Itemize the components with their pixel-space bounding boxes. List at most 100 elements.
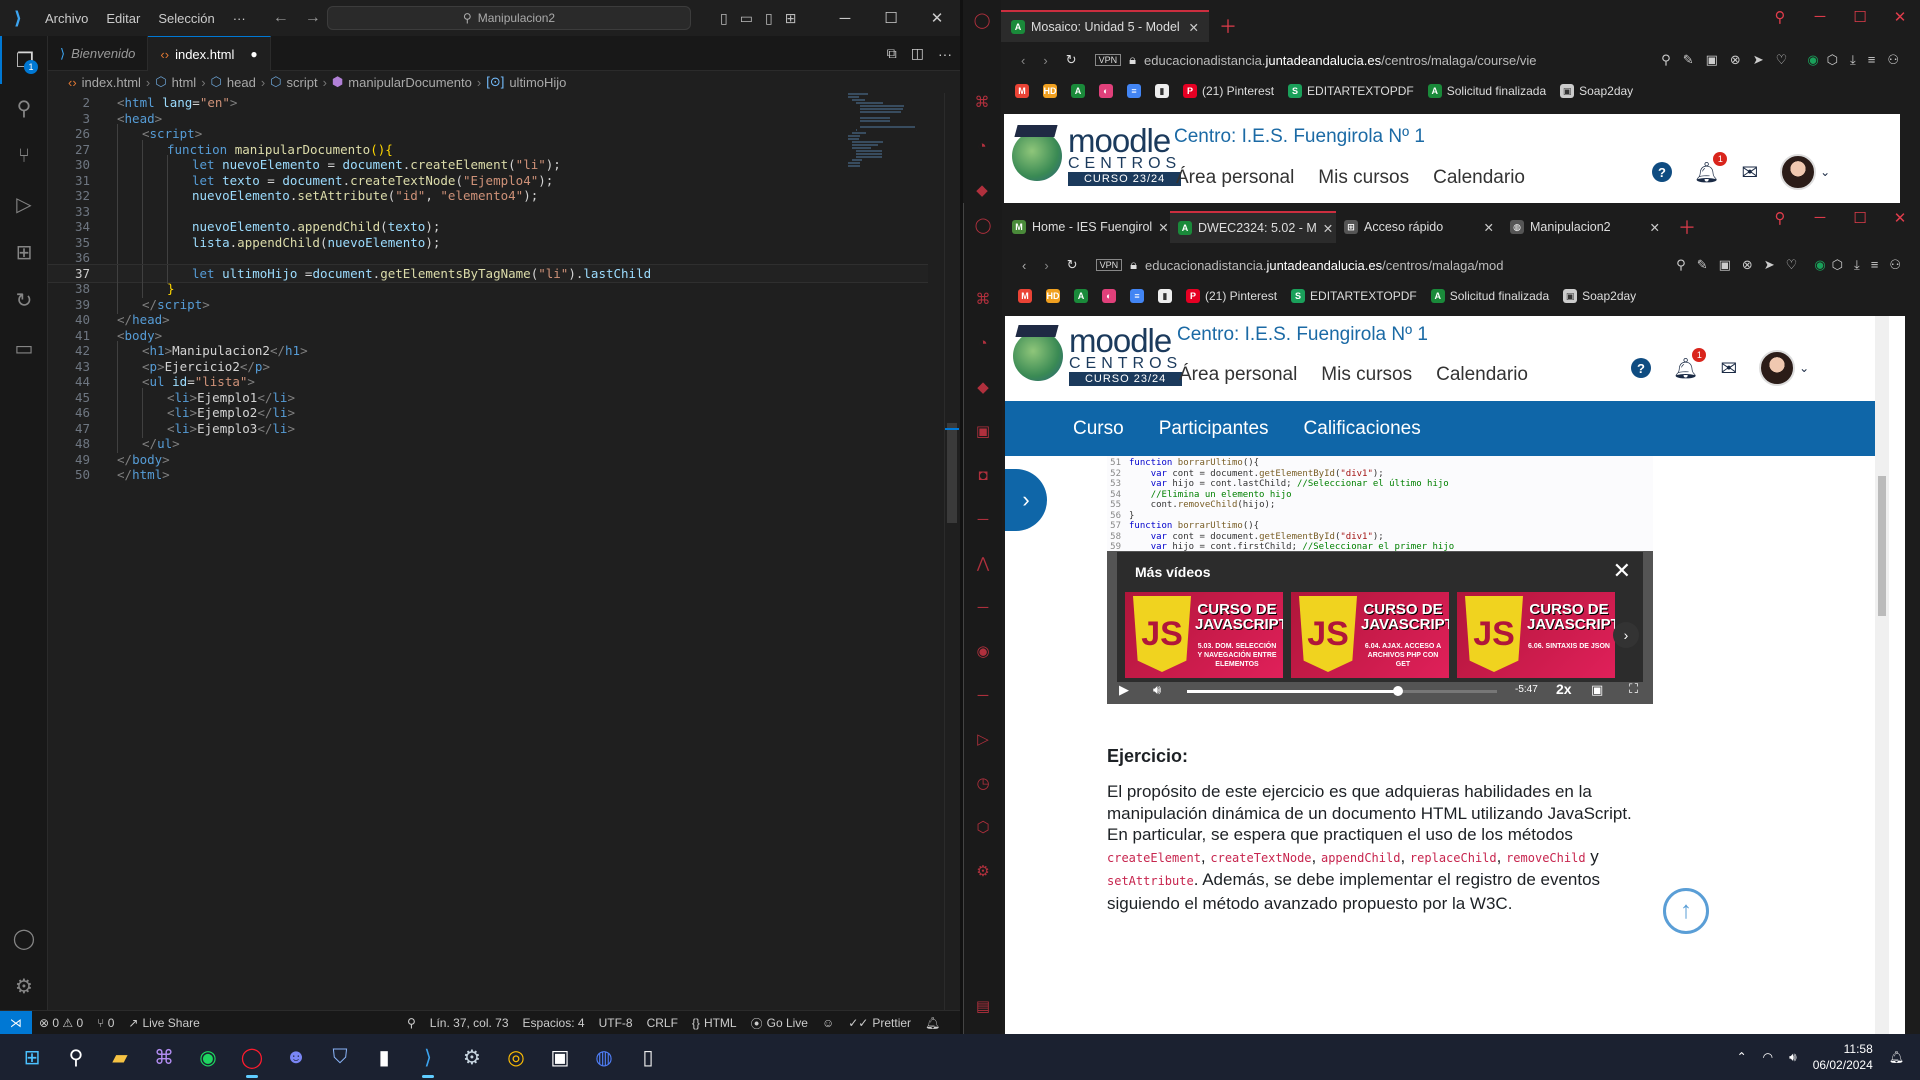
browser-tab[interactable]: A DWEC2324: 5.02 - M ✕ bbox=[1170, 211, 1336, 243]
user-menu[interactable]: ⌄ bbox=[1759, 350, 1809, 386]
discord-icon[interactable]: ☻ bbox=[274, 1034, 318, 1080]
bookmark-item[interactable]: ◐ bbox=[1102, 289, 1116, 303]
bookmark-item[interactable]: M bbox=[1015, 84, 1029, 98]
chevron-up-icon[interactable]: ⌃ bbox=[1737, 1050, 1747, 1064]
toolbar-icons[interactable]: ⬡⤓≡⚇ bbox=[1827, 52, 1911, 68]
course-nav-curso[interactable]: Curso bbox=[1073, 418, 1124, 440]
moodle-logo[interactable]: moodle CENTROS CURSO 23/24 bbox=[1013, 324, 1183, 386]
bookmark-item[interactable]: ◐ bbox=[1099, 84, 1113, 98]
pip-icon[interactable]: ▣ bbox=[1591, 682, 1603, 698]
bookmark-item[interactable]: A bbox=[1074, 289, 1088, 303]
address-bar-tools-icon[interactable]: ⚲✎▣⊗➤♡ bbox=[1661, 52, 1799, 68]
address-bar-tools-icon[interactable]: ⚲✎▣⊗➤♡ bbox=[1676, 257, 1808, 273]
maximize-icon[interactable]: ☐ bbox=[1840, 209, 1880, 227]
address-bar-back[interactable]: ‹ › ↻ VPN 🔒︎ educacionadistancia. juntade… bbox=[1021, 46, 1911, 74]
minimize-icon[interactable]: ─ bbox=[1800, 209, 1840, 227]
vpn-badge[interactable]: VPN bbox=[1095, 259, 1123, 271]
player-icon[interactable]: ▷ bbox=[964, 717, 1002, 761]
course-nav-participantes[interactable]: Participantes bbox=[1159, 418, 1269, 440]
nav-area-personal[interactable]: Área personal bbox=[1179, 364, 1297, 386]
code-editor[interactable]: 2 <html lang="en"> 3 <head> 26 <script> 27 func… bbox=[48, 93, 948, 1010]
browser-tab[interactable]: M Home - IES Fuengirol ✕ bbox=[1004, 211, 1170, 243]
wifi-icon[interactable]: ◠ bbox=[1763, 1050, 1773, 1064]
extensions-cube-icon[interactable]: ⬡ bbox=[964, 805, 1002, 849]
breadcrumb-item[interactable]: ultimoHijo bbox=[509, 75, 566, 90]
remote-indicator-icon[interactable]: ⋊ bbox=[0, 1011, 32, 1034]
toggle-panel-icon[interactable]: ▭ bbox=[740, 10, 753, 27]
minimize-icon[interactable]: ─ bbox=[822, 10, 868, 27]
forward-arrow-icon[interactable]: → bbox=[297, 9, 329, 27]
search-view-icon[interactable]: ⚲ bbox=[0, 84, 48, 132]
prettier-status[interactable]: ✓✓ Prettier bbox=[841, 1016, 918, 1030]
bookmark-item[interactable]: P (21) Pinterest bbox=[1186, 289, 1277, 303]
tab-bienvenido[interactable]: ⟩ Bienvenido bbox=[48, 36, 149, 71]
nav-mis-cursos[interactable]: Mis cursos bbox=[1321, 364, 1412, 386]
end-of-line[interactable]: CRLF bbox=[640, 1016, 685, 1030]
code-line[interactable]: 50 </html> bbox=[48, 465, 928, 484]
file-explorer-icon[interactable]: ▰ bbox=[98, 1034, 142, 1080]
editor-scrollbar[interactable] bbox=[944, 93, 959, 1010]
volume-icon[interactable]: 🔊︎ bbox=[1153, 682, 1161, 698]
vscode-taskbar-icon[interactable]: ⟩ bbox=[406, 1034, 450, 1080]
clock[interactable]: 11:58 06/02/2024 bbox=[1813, 1041, 1873, 1073]
bookmark-item[interactable]: HD bbox=[1043, 84, 1057, 98]
toggle-secondary-sidebar-icon[interactable]: ▯ bbox=[765, 10, 773, 27]
maximize-icon[interactable]: ☐ bbox=[1840, 8, 1880, 26]
address-bar-front[interactable]: ‹ › ↻ VPN 🔒︎ educacionadistancia. juntade… bbox=[1022, 251, 1912, 279]
menu-editar[interactable]: Editar bbox=[97, 11, 149, 26]
close-tab-icon[interactable]: ✕ bbox=[1158, 220, 1168, 235]
close-icon[interactable]: ✕ bbox=[914, 9, 960, 27]
seek-bar[interactable] bbox=[1187, 686, 1497, 696]
shop-bag-icon[interactable]: ◆ bbox=[964, 365, 1002, 409]
next-videos-chevron-icon[interactable]: › bbox=[1613, 622, 1639, 648]
back-arrow-icon[interactable]: ‹ bbox=[1021, 53, 1025, 68]
bookmark-item[interactable]: P (21) Pinterest bbox=[1183, 84, 1274, 98]
search-icon[interactable]: ⚲ bbox=[54, 1034, 98, 1080]
close-icon[interactable]: ✕ bbox=[1880, 209, 1920, 227]
aria-icon[interactable]: ◉ bbox=[1807, 52, 1818, 68]
notification-bell-icon[interactable]: 🔔︎ bbox=[1889, 1050, 1904, 1064]
bookmark-item[interactable]: HD bbox=[1046, 289, 1060, 303]
breadcrumb-item[interactable]: head bbox=[227, 75, 256, 90]
command-center-search[interactable]: ⚲ Manipulacion2 bbox=[327, 6, 691, 30]
live-share-icon[interactable]: ↻ bbox=[0, 276, 48, 324]
moodle-logo[interactable]: moodle CENTROS CURSO 23/24 bbox=[1012, 124, 1182, 186]
tab-index-html[interactable]: ‹› index.html ● bbox=[148, 36, 271, 71]
music-icon[interactable]: ◉ bbox=[964, 629, 1002, 673]
gamepad-icon[interactable]: ⌘ bbox=[963, 80, 1001, 124]
bookmark-item[interactable]: ▮ bbox=[1155, 84, 1169, 98]
extensions-icon[interactable]: ⊞ bbox=[0, 228, 48, 276]
instagram-icon[interactable]: ◘ bbox=[964, 453, 1002, 497]
ports-status[interactable]: ⑂ 0 bbox=[90, 1016, 121, 1030]
epic-games-icon[interactable]: ▣ bbox=[538, 1034, 582, 1080]
embedded-video-player[interactable]: 51function borrarUltimo(){52 var cont = … bbox=[1107, 456, 1653, 704]
copilot-icon[interactable]: ☺ bbox=[815, 1016, 841, 1030]
bookmark-item[interactable]: A bbox=[1071, 84, 1085, 98]
bookmark-item[interactable]: ▮ bbox=[1158, 289, 1172, 303]
opera-logo-icon[interactable]: ◯ bbox=[963, 0, 1001, 40]
close-tab-icon[interactable]: ✕ bbox=[1484, 220, 1494, 235]
notifications-bell-icon[interactable]: 🔔︎ 1 bbox=[1673, 347, 1707, 381]
modified-dot-icon[interactable]: ● bbox=[250, 47, 257, 61]
cursor-position[interactable]: Lín. 37, col. 73 bbox=[423, 1016, 516, 1030]
scrollbar-thumb[interactable] bbox=[947, 423, 957, 523]
breadcrumb-item[interactable]: index.html bbox=[82, 75, 141, 90]
accounts-icon[interactable]: ◯ bbox=[0, 914, 48, 962]
search-icon[interactable]: ⚲ bbox=[1760, 8, 1800, 26]
user-menu[interactable]: ⌄ bbox=[1780, 154, 1830, 190]
related-video-thumb[interactable]: JS CURSO DE JAVASCRIPT 6.04. AJAX. ACCES… bbox=[1291, 592, 1449, 678]
steam-icon[interactable]: ⚙ bbox=[450, 1034, 494, 1080]
back-arrow-icon[interactable]: ← bbox=[265, 9, 297, 27]
forward-arrow-icon[interactable]: › bbox=[1043, 53, 1047, 68]
bookmark-item[interactable]: M bbox=[1018, 289, 1032, 303]
breadcrumb-item[interactable]: html bbox=[172, 75, 197, 90]
scrollbar-thumb[interactable] bbox=[1878, 476, 1886, 616]
speed-dial-icon[interactable]: ◔ bbox=[964, 321, 1002, 365]
bookmark-item[interactable]: S EDITARTEXTOPDF bbox=[1288, 84, 1414, 98]
minimize-icon[interactable]: ─ bbox=[1800, 8, 1840, 26]
messages-icon[interactable]: ✉ bbox=[1741, 160, 1758, 185]
search-icon[interactable]: ⚲ bbox=[1760, 209, 1800, 227]
menu-more[interactable]: ··· bbox=[224, 11, 255, 26]
gamepad-icon[interactable]: ⌘ bbox=[964, 277, 1002, 321]
history-icon[interactable]: ◷ bbox=[964, 761, 1002, 805]
